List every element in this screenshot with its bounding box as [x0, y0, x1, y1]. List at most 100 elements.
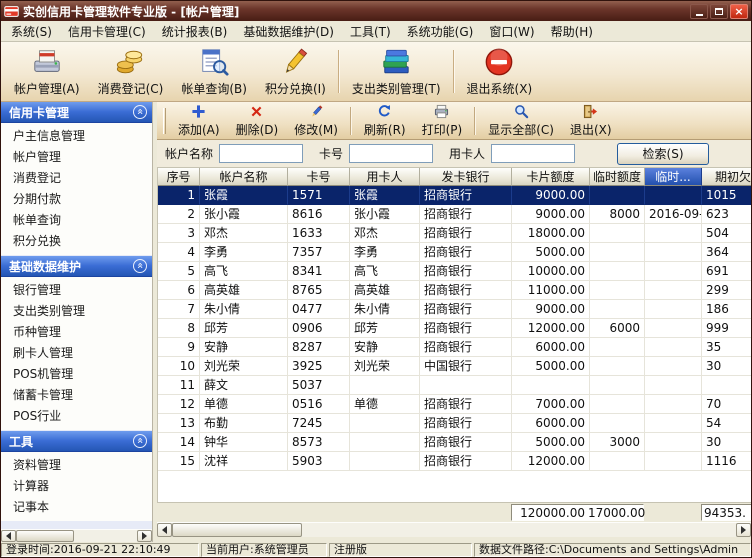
menu-item-0[interactable]: 系统(S) — [3, 20, 60, 43]
menu-item-4[interactable]: 工具(T) — [342, 20, 399, 43]
scroll-right-arrow[interactable] — [736, 523, 751, 537]
table-row[interactable]: 6高英雄8765高英雄招商银行11000.00299 — [158, 281, 751, 300]
toolbar-account-manage-button[interactable]: 帐户管理(A) — [5, 44, 89, 99]
sidebar-item[interactable]: 支出类别管理 — [1, 301, 152, 322]
menu-item-1[interactable]: 信用卡管理(C) — [60, 20, 154, 43]
column-header-1[interactable]: 帐户名称 — [200, 168, 288, 186]
action-add-button[interactable]: 添加(A) — [170, 102, 228, 140]
action-quit-button[interactable]: 退出(X) — [562, 102, 620, 140]
action-refresh-button[interactable]: 刷新(R) — [356, 102, 414, 140]
sidebar-item[interactable]: 积分兑换 — [1, 231, 152, 252]
table-row[interactable]: 14钟华8573招商银行5000.00300030 — [158, 433, 751, 452]
scroll-thumb[interactable] — [16, 530, 74, 542]
table-row[interactable]: 3邓杰1633邓杰招商银行18000.00504 — [158, 224, 751, 243]
sidebar-item[interactable]: 帐单查询 — [1, 210, 152, 231]
table-row[interactable]: 5高飞8341高飞招商银行10000.00691 — [158, 262, 751, 281]
sidebar-item[interactable]: 计算器 — [1, 476, 152, 497]
column-header-4[interactable]: 发卡银行 — [420, 168, 512, 186]
sidebar-item[interactable]: 消费登记 — [1, 168, 152, 189]
table-row[interactable]: 8邱芳0906邱芳招商银行12000.006000999 — [158, 319, 751, 338]
sidebar-item[interactable]: 记事本 — [1, 497, 152, 518]
exit-system-icon — [484, 46, 514, 78]
scroll-thumb[interactable] — [172, 523, 302, 537]
sidebar-item[interactable]: 储蓄卡管理 — [1, 385, 152, 406]
sidebar-group-header[interactable]: 工具« — [1, 431, 152, 452]
print-icon — [434, 104, 449, 120]
table-row[interactable]: 13布勤7245招商银行6000.0054 — [158, 414, 751, 433]
table-row[interactable]: 9安静8287安静招商银行6000.0035 — [158, 338, 751, 357]
table-cell: 8 — [158, 319, 200, 338]
table-row[interactable]: 11薛文5037 — [158, 376, 751, 395]
table-row[interactable]: 2张小霞8616张小霞招商银行9000.0080002016-09-2623 — [158, 205, 751, 224]
menu-item-6[interactable]: 窗口(W) — [481, 20, 542, 43]
menu-item-7[interactable]: 帮助(H) — [543, 20, 601, 43]
column-header-0[interactable]: 序号 — [158, 168, 200, 186]
toolbar-expense-category-button[interactable]: 支出类别管理(T) — [343, 44, 450, 99]
table-row[interactable]: 4李勇7357李勇招商银行5000.00364 — [158, 243, 751, 262]
scroll-track[interactable] — [302, 523, 736, 537]
sidebar-item[interactable]: 户主信息管理 — [1, 126, 152, 147]
search-input-0[interactable] — [219, 144, 303, 163]
search-input-2[interactable] — [491, 144, 575, 163]
close-button[interactable]: × — [730, 4, 748, 19]
sidebar-item[interactable]: 分期付款 — [1, 189, 152, 210]
table-row[interactable]: 15沈祥5903招商银行12000.001116 — [158, 452, 751, 471]
menu-item-3[interactable]: 基础数据维护(D) — [235, 20, 342, 43]
search-button[interactable]: 检索(S) — [617, 143, 709, 165]
table-horizontal-scrollbar[interactable] — [157, 522, 751, 537]
collapse-chevron-icon[interactable]: « — [133, 259, 147, 273]
action-print-button[interactable]: 打印(P) — [414, 102, 471, 140]
action-show-all-button[interactable]: 显示全部(C) — [480, 102, 562, 140]
sidebar-item[interactable]: POS机管理 — [1, 364, 152, 385]
toolbar-consume-register-button[interactable]: 消费登记(C) — [89, 44, 173, 99]
sidebar-item[interactable]: POS行业 — [1, 406, 152, 427]
search-field-label: 用卡人 — [449, 145, 485, 162]
column-header-2[interactable]: 卡号 — [288, 168, 350, 186]
search-input-1[interactable] — [349, 144, 433, 163]
collapse-chevron-icon[interactable]: « — [133, 434, 147, 448]
sidebar-item[interactable]: 刷卡人管理 — [1, 343, 152, 364]
column-header-8[interactable]: 期初欠款 — [702, 168, 751, 186]
sidebar-group-header[interactable]: 基础数据维护« — [1, 256, 152, 277]
column-header-3[interactable]: 用卡人 — [350, 168, 420, 186]
table-cell — [590, 395, 645, 414]
table-cell — [645, 452, 702, 471]
table-cell — [590, 281, 645, 300]
action-delete-button[interactable]: 删除(D) — [228, 102, 287, 140]
table-row[interactable]: 7朱小倩0477朱小倩招商银行9000.00186 — [158, 300, 751, 319]
minimize-icon — [696, 14, 703, 16]
toolbar-points-exchange-button[interactable]: 积分兑换(I) — [256, 44, 335, 99]
sidebar-item[interactable]: 银行管理 — [1, 280, 152, 301]
sidebar-group-header[interactable]: 信用卡管理« — [1, 102, 152, 123]
collapse-chevron-icon[interactable]: « — [133, 105, 147, 119]
table-row[interactable]: 10刘光荣3925刘光荣中国银行5000.0030 — [158, 357, 751, 376]
sidebar-horizontal-scrollbar[interactable] — [1, 529, 152, 542]
minimize-button[interactable] — [690, 4, 708, 19]
window-controls: × — [690, 4, 748, 19]
column-header-7[interactable]: 临时... — [645, 168, 702, 186]
table-row[interactable]: 12单德0516单德招商银行7000.0070 — [158, 395, 751, 414]
scroll-right-arrow[interactable] — [137, 530, 152, 542]
action-modify-button[interactable]: 修改(M) — [286, 102, 346, 140]
sidebar-item[interactable]: 币种管理 — [1, 322, 152, 343]
toolbar-bill-query-button[interactable]: 帐单查询(B) — [172, 44, 256, 99]
table-cell: 9000.00 — [512, 186, 590, 205]
sidebar-group-items: 银行管理支出类别管理币种管理刷卡人管理POS机管理储蓄卡管理POS行业 — [1, 277, 152, 430]
scroll-left-arrow[interactable] — [1, 530, 16, 542]
table-row[interactable]: 1张霞1571张霞招商银行9000.001015 — [158, 186, 751, 205]
column-header-5[interactable]: 卡片额度 — [512, 168, 590, 186]
sidebar-item[interactable]: 资料管理 — [1, 455, 152, 476]
table-cell — [590, 243, 645, 262]
sidebar-group-items: 资料管理计算器记事本 — [1, 452, 152, 521]
column-header-6[interactable]: 临时额度 — [590, 168, 645, 186]
table-cell: 1015 — [702, 186, 751, 205]
menu-item-5[interactable]: 系统功能(G) — [399, 20, 482, 43]
menu-item-2[interactable]: 统计报表(B) — [154, 20, 236, 43]
scroll-left-arrow[interactable] — [157, 523, 172, 537]
sidebar-item[interactable]: 帐户管理 — [1, 147, 152, 168]
toolbar-exit-system-button[interactable]: 退出系统(X) — [458, 44, 542, 99]
maximize-button[interactable] — [710, 4, 728, 19]
table-cell: 邱芳 — [200, 319, 288, 338]
scroll-track[interactable] — [74, 530, 137, 542]
table-cell: 9000.00 — [512, 300, 590, 319]
